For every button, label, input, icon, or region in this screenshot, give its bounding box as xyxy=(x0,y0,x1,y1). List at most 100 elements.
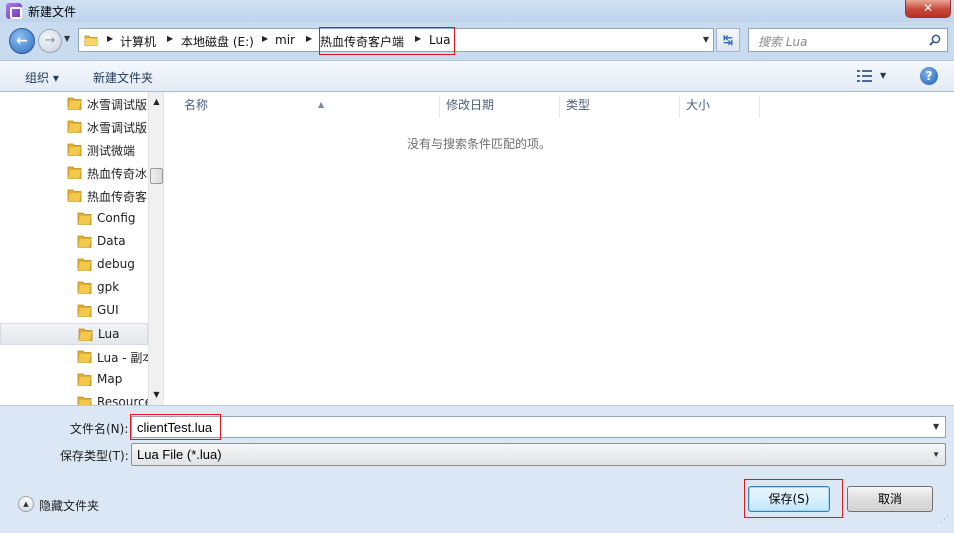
column-header-name[interactable]: 名称 ▲ xyxy=(178,96,440,118)
save-highlight-box xyxy=(744,479,843,518)
collapse-up-icon: ▲ xyxy=(18,496,34,512)
back-button[interactable]: ← xyxy=(9,28,35,54)
breadcrumb-computer[interactable]: 计算机 xyxy=(120,33,156,50)
navigation-bar: ← → ▼ ▶ 计算机 ▶ 本地磁盘 (E:) ▶ mir ▶ 热血传奇客户端 … xyxy=(0,22,954,60)
resize-grip-icon[interactable]: ⋰ xyxy=(940,515,952,527)
tree-item[interactable]: GUI xyxy=(0,300,148,322)
folder-icon xyxy=(77,304,92,317)
column-header-type[interactable]: 类型 xyxy=(560,96,680,118)
tree-item[interactable]: debug xyxy=(0,254,148,276)
folder-icon xyxy=(77,396,92,405)
folder-icon xyxy=(67,97,82,110)
tree-item-label: gpk xyxy=(97,280,120,294)
tree-item[interactable]: 冰雪调试版 xyxy=(0,93,148,115)
close-button[interactable]: ✕ xyxy=(905,0,951,18)
breadcrumb-separator-icon[interactable]: ▶ xyxy=(262,34,268,43)
folder-icon xyxy=(67,166,82,179)
tree-item[interactable]: Data xyxy=(0,231,148,253)
window-title: 新建文件 xyxy=(28,5,77,19)
folder-icon xyxy=(84,35,98,46)
new-folder-button[interactable]: 新建文件夹 xyxy=(93,69,153,86)
navigation-pane: 冰雪调试版 冰雪调试版 测试微端 热血传奇冰 热血传奇客 Config Data debug g… xyxy=(0,92,163,405)
navigation-scrollbar[interactable]: ▲ ▼ xyxy=(148,92,163,405)
tree-item[interactable]: 热血传奇客 xyxy=(0,185,148,207)
breadcrumb-mir[interactable]: mir xyxy=(275,33,295,47)
filetype-value: Lua File (*.lua) xyxy=(137,447,222,462)
column-header-modified[interactable]: 修改日期 xyxy=(440,96,560,118)
tree-item-label: 冰雪调试版 xyxy=(87,121,148,135)
folder-icon xyxy=(67,143,82,156)
help-icon[interactable]: ? xyxy=(920,67,938,85)
recent-pages-dropdown-icon[interactable]: ▼ xyxy=(64,34,74,46)
breadcrumb-separator-icon[interactable]: ▶ xyxy=(107,34,113,43)
filetype-select[interactable]: Lua File (*.lua) ▼ xyxy=(131,443,946,466)
save-form: 文件名(N): ▼ 保存类型(T): Lua File (*.lua) ▼ ▲ … xyxy=(0,405,954,533)
tree-item[interactable]: gpk xyxy=(0,277,148,299)
folder-icon xyxy=(67,189,82,202)
app-icon xyxy=(6,3,22,19)
tree-item[interactable]: Config xyxy=(0,208,148,230)
view-dropdown-icon[interactable]: ▼ xyxy=(880,71,886,80)
tree-item-label: GUI xyxy=(97,303,119,317)
column-name-label: 名称 xyxy=(184,98,209,112)
tree-item-label: 热血传奇客 xyxy=(87,190,148,204)
filetype-label: 保存类型(T): xyxy=(60,449,129,463)
scroll-down-icon[interactable]: ▼ xyxy=(149,387,163,402)
tree-item-label: Lua xyxy=(98,327,120,341)
tree-item-label: Data xyxy=(97,234,126,248)
tree-item[interactable]: Resources xyxy=(0,392,148,405)
folder-icon xyxy=(78,328,93,341)
folder-icon xyxy=(67,120,82,133)
tree-item-label: 热血传奇冰 xyxy=(87,167,148,181)
folder-icon xyxy=(77,258,92,271)
tree-item-label: Map xyxy=(97,372,123,386)
folder-icon xyxy=(77,350,92,363)
folder-icon xyxy=(77,281,92,294)
cancel-button[interactable]: 取消 xyxy=(847,486,933,512)
tree-item[interactable]: Lua xyxy=(0,323,148,345)
filename-highlight-box xyxy=(130,414,221,440)
scroll-thumb[interactable] xyxy=(150,168,163,184)
breadcrumb-drive-e[interactable]: 本地磁盘 (E:) xyxy=(181,33,254,50)
search-box[interactable]: 搜索 Lua xyxy=(748,28,948,52)
folder-icon xyxy=(77,212,92,225)
filetype-dropdown-icon: ▼ xyxy=(932,450,940,459)
hide-folders-label: 隐藏文件夹 xyxy=(39,499,100,513)
path-highlight-box xyxy=(319,27,455,55)
folder-icon xyxy=(77,373,92,386)
view-options-icon[interactable] xyxy=(857,70,873,82)
breadcrumb-separator-icon[interactable]: ▶ xyxy=(306,34,312,43)
file-list-pane: 名称 ▲ 修改日期 类型 大小 没有与搜索条件匹配的项。 xyxy=(163,92,954,405)
sort-ascending-icon: ▲ xyxy=(318,100,325,109)
forward-button[interactable]: → xyxy=(38,29,62,53)
tree-item[interactable]: 热血传奇冰 xyxy=(0,162,148,184)
tree-item-label: 测试微端 xyxy=(87,144,136,158)
column-header-size[interactable]: 大小 xyxy=(680,96,760,118)
filename-label: 文件名(N): xyxy=(70,422,129,436)
title-bar: 新建文件 ✕ xyxy=(0,0,954,22)
search-icon[interactable] xyxy=(929,34,941,46)
column-type-label: 类型 xyxy=(566,98,591,112)
tree-item[interactable]: 冰雪调试版 xyxy=(0,116,148,138)
command-toolbar: 组织 ▾ 新建文件夹 ▼ ? xyxy=(0,60,954,92)
organize-menu-button[interactable]: 组织 ▾ xyxy=(25,69,59,86)
search-input[interactable]: 搜索 Lua xyxy=(758,33,807,50)
column-modified-label: 修改日期 xyxy=(446,98,495,112)
scroll-up-icon[interactable]: ▲ xyxy=(149,94,163,109)
refresh-button[interactable]: ↹ xyxy=(716,28,740,52)
tree-item[interactable]: 测试微端 xyxy=(0,139,148,161)
tree-item[interactable]: Map xyxy=(0,369,148,391)
tree-item[interactable]: Lua - 副本 xyxy=(0,346,148,368)
filename-input[interactable] xyxy=(131,416,946,438)
tree-item-label: Lua - 副本 xyxy=(97,351,148,365)
tree-item-label: 冰雪调试版 xyxy=(87,98,148,112)
tree-item-label: debug xyxy=(97,257,135,271)
tree-item-label: Config xyxy=(97,211,136,225)
folder-icon xyxy=(77,235,92,248)
tree-item-label: Resources xyxy=(97,395,148,405)
filename-dropdown-icon[interactable]: ▼ xyxy=(933,422,939,431)
column-size-label: 大小 xyxy=(686,98,711,112)
address-dropdown-icon[interactable]: ▼ xyxy=(703,35,709,44)
breadcrumb-separator-icon[interactable]: ▶ xyxy=(167,34,173,43)
empty-results-message: 没有与搜索条件匹配的项。 xyxy=(406,137,551,151)
